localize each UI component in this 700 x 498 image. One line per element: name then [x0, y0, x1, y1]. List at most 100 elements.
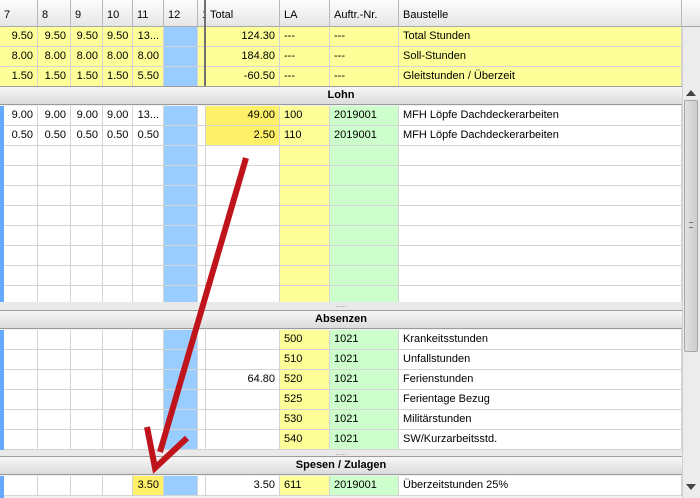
- baustelle-cell[interactable]: Gleitstunden / Überzeit: [399, 67, 682, 87]
- baustelle-cell[interactable]: MFH Löpfe Dachdeckerarbeiten: [399, 106, 682, 126]
- day-cell[interactable]: [38, 146, 71, 166]
- day-cell[interactable]: [0, 226, 38, 246]
- day-cell[interactable]: [198, 330, 206, 350]
- day-cell[interactable]: [0, 410, 38, 430]
- day-cell[interactable]: [164, 330, 198, 350]
- total-cell[interactable]: 3.50: [206, 476, 280, 496]
- total-cell[interactable]: [206, 410, 280, 430]
- day-cell[interactable]: [38, 410, 71, 430]
- total-cell[interactable]: [206, 206, 280, 226]
- auftrag-cell[interactable]: [330, 246, 399, 266]
- day-cell[interactable]: [103, 390, 133, 410]
- day-cell[interactable]: [133, 206, 164, 226]
- day-cell[interactable]: [133, 430, 164, 450]
- column-header-7[interactable]: 7: [0, 0, 38, 27]
- day-cell[interactable]: [38, 350, 71, 370]
- day-cell[interactable]: 0.50: [38, 126, 71, 146]
- day-cell[interactable]: [198, 246, 206, 266]
- total-cell[interactable]: [206, 350, 280, 370]
- baustelle-cell[interactable]: Krankeitsstunden: [399, 330, 682, 350]
- day-cell[interactable]: [198, 166, 206, 186]
- day-cell[interactable]: [164, 166, 198, 186]
- total-cell[interactable]: [206, 146, 280, 166]
- day-cell[interactable]: [133, 266, 164, 286]
- day-cell[interactable]: [71, 350, 103, 370]
- day-cell[interactable]: [0, 430, 38, 450]
- column-header-auftr-nr-[interactable]: Auftr.-Nr.: [330, 0, 399, 27]
- day-cell[interactable]: [198, 410, 206, 430]
- day-cell[interactable]: [198, 106, 206, 126]
- la-cell[interactable]: [280, 226, 330, 246]
- day-cell[interactable]: [38, 166, 71, 186]
- total-cell[interactable]: 2.50: [206, 126, 280, 146]
- day-cell[interactable]: [38, 390, 71, 410]
- la-cell[interactable]: ---: [280, 47, 330, 67]
- day-cell[interactable]: [0, 476, 38, 496]
- day-cell[interactable]: [103, 476, 133, 496]
- day-cell[interactable]: 9.00: [38, 106, 71, 126]
- column-header-9[interactable]: 9: [71, 0, 103, 27]
- column-header-11[interactable]: 11: [133, 0, 164, 27]
- day-cell[interactable]: [71, 186, 103, 206]
- auftrag-cell[interactable]: 1021: [330, 410, 399, 430]
- auftrag-cell[interactable]: [330, 186, 399, 206]
- la-cell[interactable]: 540: [280, 430, 330, 450]
- la-cell[interactable]: 525: [280, 390, 330, 410]
- day-cell[interactable]: [71, 266, 103, 286]
- total-cell[interactable]: -60.50: [206, 67, 280, 87]
- day-cell[interactable]: [0, 186, 38, 206]
- day-cell[interactable]: 13...: [133, 106, 164, 126]
- day-cell[interactable]: [198, 390, 206, 410]
- auftrag-cell[interactable]: 2019001: [330, 106, 399, 126]
- day-cell[interactable]: [198, 146, 206, 166]
- day-cell[interactable]: [164, 106, 198, 126]
- baustelle-cell[interactable]: Soll-Stunden: [399, 47, 682, 67]
- total-cell[interactable]: [206, 330, 280, 350]
- la-cell[interactable]: [280, 166, 330, 186]
- la-cell[interactable]: [280, 266, 330, 286]
- day-cell[interactable]: [71, 476, 103, 496]
- column-header-12[interactable]: 12: [164, 0, 198, 27]
- day-cell[interactable]: [71, 370, 103, 390]
- day-cell[interactable]: [164, 370, 198, 390]
- total-cell[interactable]: 64.80: [206, 370, 280, 390]
- pane-splitter[interactable]: .....: [0, 301, 682, 310]
- day-cell[interactable]: [71, 206, 103, 226]
- auftrag-cell[interactable]: [330, 266, 399, 286]
- day-cell[interactable]: [71, 430, 103, 450]
- scrollbar-top[interactable]: [682, 27, 700, 87]
- auftrag-cell[interactable]: 1021: [330, 390, 399, 410]
- day-cell[interactable]: [198, 476, 206, 496]
- day-cell[interactable]: [164, 266, 198, 286]
- day-cell[interactable]: [198, 266, 206, 286]
- total-cell[interactable]: [206, 186, 280, 206]
- auftrag-cell[interactable]: 1021: [330, 430, 399, 450]
- day-cell[interactable]: [133, 186, 164, 206]
- day-cell[interactable]: [164, 246, 198, 266]
- scroll-down-arrow-icon[interactable]: [686, 484, 696, 490]
- day-cell[interactable]: 9.00: [0, 106, 38, 126]
- baustelle-cell[interactable]: [399, 206, 682, 226]
- day-cell[interactable]: [0, 390, 38, 410]
- day-cell[interactable]: [0, 350, 38, 370]
- day-cell[interactable]: [103, 166, 133, 186]
- la-cell[interactable]: [280, 206, 330, 226]
- day-cell[interactable]: [133, 390, 164, 410]
- total-cell[interactable]: 49.00: [206, 106, 280, 126]
- day-cell[interactable]: [164, 350, 198, 370]
- day-cell[interactable]: [38, 266, 71, 286]
- total-cell[interactable]: 124.30: [206, 27, 280, 47]
- column-header-8[interactable]: 8: [38, 0, 71, 27]
- day-cell[interactable]: [38, 206, 71, 226]
- day-cell[interactable]: [38, 430, 71, 450]
- day-cell[interactable]: [71, 390, 103, 410]
- auftrag-cell[interactable]: 1021: [330, 350, 399, 370]
- day-cell[interactable]: [71, 166, 103, 186]
- day-cell[interactable]: [103, 266, 133, 286]
- column-header-baustelle[interactable]: Baustelle: [399, 0, 682, 27]
- day-cell[interactable]: [103, 350, 133, 370]
- day-cell[interactable]: [38, 370, 71, 390]
- day-cell[interactable]: [164, 226, 198, 246]
- day-cell[interactable]: [164, 186, 198, 206]
- baustelle-cell[interactable]: [399, 266, 682, 286]
